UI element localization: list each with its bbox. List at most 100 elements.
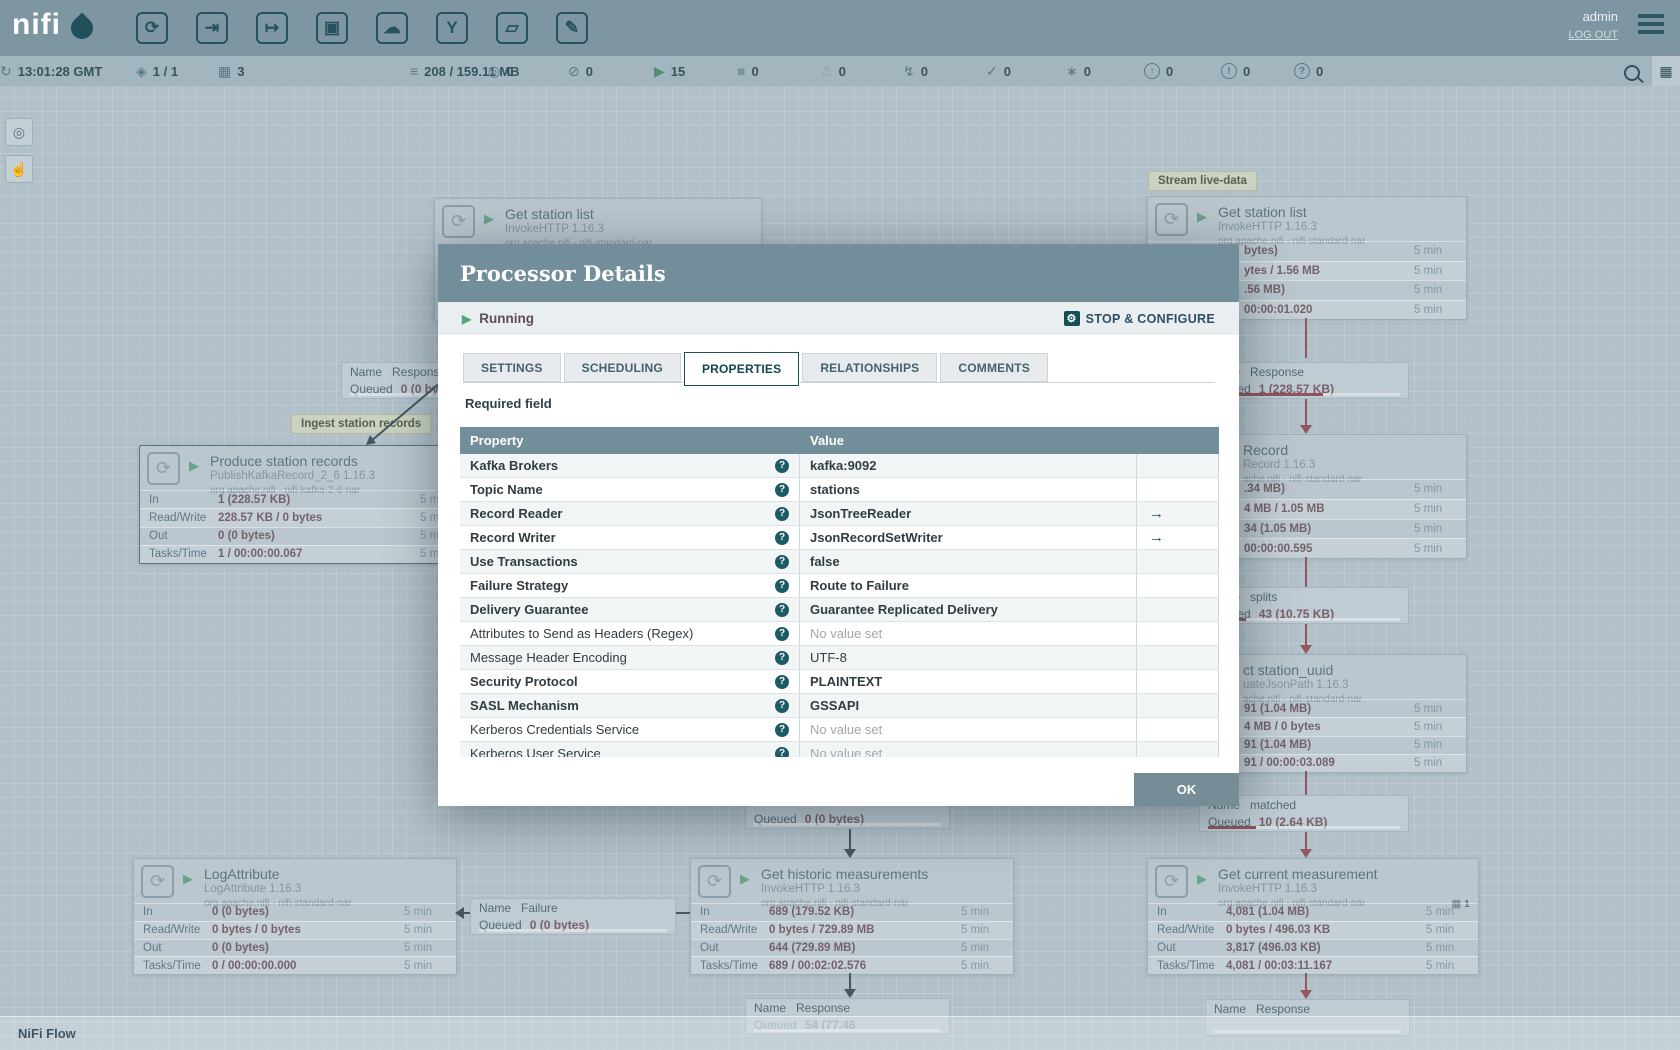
ok-button[interactable]: OK bbox=[1134, 773, 1239, 806]
status-icon: ⊘ bbox=[568, 62, 580, 79]
funnel-icon[interactable]: Y bbox=[436, 12, 468, 44]
stat-value: 4 MB / 0 bytes bbox=[1244, 720, 1321, 733]
property-name: Failure Strategy bbox=[470, 578, 569, 593]
help-icon[interactable]: ? bbox=[775, 602, 789, 617]
help-icon[interactable]: ? bbox=[775, 506, 789, 521]
help-icon[interactable]: ? bbox=[775, 650, 789, 665]
process-group-icon[interactable]: ▣ bbox=[316, 12, 348, 44]
status-icon: ◎ bbox=[488, 62, 501, 79]
help-icon[interactable]: ? bbox=[775, 746, 789, 757]
hand-icon[interactable]: ☝ bbox=[5, 155, 33, 183]
canvas-label[interactable]: Stream live-data bbox=[1148, 171, 1257, 191]
status-value: 0 bbox=[585, 63, 593, 79]
stat-window: 5 min bbox=[1414, 522, 1443, 535]
dialog-title: Processor Details bbox=[460, 260, 666, 286]
help-icon[interactable]: ? bbox=[775, 722, 789, 737]
processor[interactable]: ⟳ ▶ Get current measurement InvokeHTTP 1… bbox=[1147, 858, 1479, 975]
running-icon: ▶ bbox=[1197, 209, 1207, 224]
go-to-service-icon[interactable]: → bbox=[1149, 529, 1164, 546]
running-icon: ▶ bbox=[484, 211, 494, 226]
tab[interactable]: COMMENTS bbox=[940, 353, 1048, 382]
label-icon[interactable]: ✎ bbox=[556, 12, 588, 44]
global-menu-icon[interactable] bbox=[1638, 14, 1664, 38]
status-value: 0 bbox=[1243, 63, 1251, 79]
stat-window: 5 min bbox=[1414, 757, 1443, 770]
tab[interactable]: RELATIONSHIPS bbox=[802, 353, 938, 382]
property-name: Kerberos User Service bbox=[470, 746, 601, 757]
search-icon[interactable] bbox=[1624, 65, 1640, 81]
stat-value: 91 (1.04 MB) bbox=[1244, 739, 1312, 752]
logout-link[interactable]: LOG OUT bbox=[1498, 29, 1618, 41]
connection-queue-label[interactable]: Name Failure Queued 0 (0 bytes) bbox=[470, 898, 676, 935]
processor-name: Get historic measurements bbox=[761, 866, 929, 882]
stat-row: Out 3,817 (496.03 KB) 5 min bbox=[1148, 938, 1478, 957]
property-value: PLAINTEXT bbox=[800, 670, 1137, 693]
stat-stale: ↑ 0 bbox=[1144, 56, 1173, 86]
stat-not-transmitting: ⊘ 0 bbox=[568, 56, 593, 86]
stat-label: In bbox=[1157, 906, 1167, 919]
help-icon[interactable]: ? bbox=[775, 698, 789, 713]
status-icon: ∗ bbox=[1066, 62, 1078, 79]
canvas-label[interactable]: Ingest station records bbox=[291, 414, 432, 434]
stat-window: 5 min bbox=[1414, 264, 1443, 277]
stat-value: 0 bytes / 729.89 MB bbox=[769, 924, 875, 937]
stat-window: 5 min bbox=[1414, 303, 1443, 316]
tab[interactable]: SETTINGS bbox=[463, 353, 561, 382]
tab[interactable]: PROPERTIES bbox=[683, 352, 800, 386]
help-icon[interactable]: ? bbox=[775, 626, 789, 641]
processor[interactable]: ⟳ ▶ Get historic measurements InvokeHTTP… bbox=[690, 858, 1014, 975]
stat-row: Tasks/Time 689 / 00:02:02.576 5 min bbox=[691, 956, 1013, 974]
property-value: stations bbox=[800, 478, 1137, 501]
stat-window: 5 min bbox=[1426, 906, 1455, 919]
property-name: Attributes to Send as Headers (Regex) bbox=[470, 626, 694, 641]
processor[interactable]: ⟳ ▶ LogAttribute LogAttribute 1.16.3 org… bbox=[133, 858, 457, 975]
stat-connected-nodes: ◈ 1 / 1 bbox=[136, 56, 178, 86]
status-icon: ⚠ bbox=[820, 62, 833, 79]
stat-refresh: ↻ 13:01:28 GMT bbox=[0, 56, 102, 86]
stat-row: Out 0 (0 bytes) 5 min bbox=[134, 938, 456, 957]
remote-process-group-icon[interactable]: ☁ bbox=[376, 12, 408, 44]
input-port-icon[interactable]: ⇥ bbox=[196, 12, 228, 44]
property-column-header: Property bbox=[470, 433, 524, 448]
processor-stats: In 689 (179.52 KB) 5 min Read/Write 0 by… bbox=[691, 903, 1013, 974]
help-icon[interactable]: ? bbox=[775, 458, 789, 473]
stat-row: Tasks/Time 1 / 00:00:00.067 5 min bbox=[140, 544, 472, 563]
processor[interactable]: ⟳ ▶ Produce station records PublishKafka… bbox=[139, 445, 473, 564]
status-icon: ■ bbox=[737, 63, 746, 79]
stat-value: 689 (179.52 KB) bbox=[769, 906, 855, 919]
processor-type-icon: ⟳ bbox=[442, 205, 475, 238]
output-port-icon[interactable]: ↦ bbox=[256, 12, 288, 44]
status-icon: ✓ bbox=[986, 62, 998, 79]
tab[interactable]: SCHEDULING bbox=[563, 353, 681, 382]
canvas-grid-toggle[interactable]: ▦ bbox=[1652, 56, 1680, 86]
stat-row: Read/Write 0 bytes / 0 bytes 5 min bbox=[134, 920, 456, 939]
help-icon[interactable]: ? bbox=[775, 578, 789, 593]
stat-transmitting: ◎ 0 bbox=[488, 56, 513, 86]
stat-value: 4 MB / 1.05 MB bbox=[1244, 503, 1325, 516]
queue-name-label: Name bbox=[479, 901, 512, 915]
status-value: 0 bbox=[920, 63, 928, 79]
status-icon: ! bbox=[1221, 63, 1237, 79]
stat-value: bytes) bbox=[1244, 245, 1278, 258]
go-to-service-icon[interactable]: → bbox=[1149, 505, 1164, 522]
template-icon[interactable]: ▱ bbox=[496, 12, 528, 44]
status-value: 3 bbox=[237, 63, 245, 79]
stat-label: Read/Write bbox=[1157, 924, 1215, 937]
help-icon[interactable]: ? bbox=[775, 482, 789, 497]
processor-name: Get current measurement bbox=[1218, 866, 1378, 882]
processor-icon[interactable]: ⟳ bbox=[136, 12, 168, 44]
stat-window: 5 min bbox=[1414, 739, 1443, 752]
stat-value: 0 / 00:00:00.000 bbox=[212, 959, 297, 972]
processor-type: LogAttribute 1.16.3 bbox=[204, 883, 302, 895]
processor-details-dialog: Processor Details ▶ Running ⚙ STOP & CON… bbox=[438, 244, 1239, 806]
help-icon[interactable]: ? bbox=[775, 530, 789, 545]
table-row: Kerberos User Service ? No value set → bbox=[460, 742, 1219, 757]
navigate-icon[interactable]: ◎ bbox=[5, 118, 33, 146]
status-value: 13:01:28 GMT bbox=[17, 63, 103, 79]
help-icon[interactable]: ? bbox=[775, 554, 789, 569]
stop-and-configure-button[interactable]: ⚙ STOP & CONFIGURE bbox=[1063, 311, 1215, 326]
breadcrumb[interactable]: NiFi Flow bbox=[18, 1026, 76, 1041]
stat-window: 5 min bbox=[1414, 720, 1443, 733]
help-icon[interactable]: ? bbox=[775, 674, 789, 689]
property-value: GSSAPI bbox=[800, 694, 1137, 717]
